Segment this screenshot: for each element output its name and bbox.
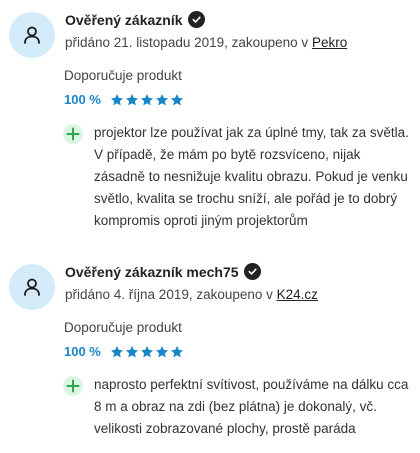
star-icon: [140, 345, 153, 357]
user-icon: [24, 26, 40, 44]
review-item: Ověřený zákazník přidáno 21. listopadu 2…: [0, 0, 420, 252]
star-icon: [155, 93, 168, 105]
review-author: Ověřený zákazník: [65, 11, 205, 28]
review-author-name: Ověřený zákazník: [65, 11, 183, 28]
avatar: [9, 12, 55, 58]
star-icon: [140, 93, 153, 105]
review-pro-text: projektor lze používat jak za úplné tmy,…: [94, 125, 409, 228]
avatar: [9, 264, 55, 310]
star-icon: [170, 345, 183, 357]
review-pro-text: naprosto perfektní svítivost, používáme …: [94, 377, 409, 436]
rating: 100 %: [64, 344, 185, 359]
review-meta: přidáno 4. října 2019, zakoupeno v K24.c…: [65, 287, 318, 302]
star-rating: [110, 345, 185, 359]
star-icon: [125, 93, 138, 105]
verified-check-icon: [243, 263, 261, 280]
review-meta: přidáno 21. listopadu 2019, zakoupeno v …: [65, 35, 347, 50]
review-item: Ověřený zákazník mech75 přidáno 4. října…: [0, 252, 420, 453]
star-icon: [110, 93, 123, 105]
star-rating: [110, 93, 185, 107]
reviews-list: Ověřený zákazník přidáno 21. listopadu 2…: [0, 0, 420, 453]
review-author: Ověřený zákazník mech75: [65, 263, 261, 280]
star-icon: [110, 345, 123, 357]
review-date: přidáno 4. října 2019, zakoupeno v: [65, 287, 277, 302]
verified-check-icon: [187, 11, 205, 28]
star-icon: [170, 93, 183, 105]
shop-link[interactable]: Pekro: [312, 35, 347, 50]
rating-percent: 100 %: [64, 344, 101, 359]
recommend-label: Doporučuje produkt: [64, 320, 182, 335]
user-icon: [24, 278, 40, 296]
rating: 100 %: [64, 92, 185, 107]
star-icon: [155, 345, 168, 357]
plus-icon: [63, 376, 83, 396]
shop-link[interactable]: K24.cz: [277, 287, 318, 302]
star-icon: [125, 345, 138, 357]
plus-icon: [63, 124, 83, 144]
rating-percent: 100 %: [64, 92, 101, 107]
review-author-name: Ověřený zákazník mech75: [65, 263, 239, 280]
review-date: přidáno 21. listopadu 2019, zakoupeno v: [65, 35, 312, 50]
recommend-label: Doporučuje produkt: [64, 68, 182, 83]
